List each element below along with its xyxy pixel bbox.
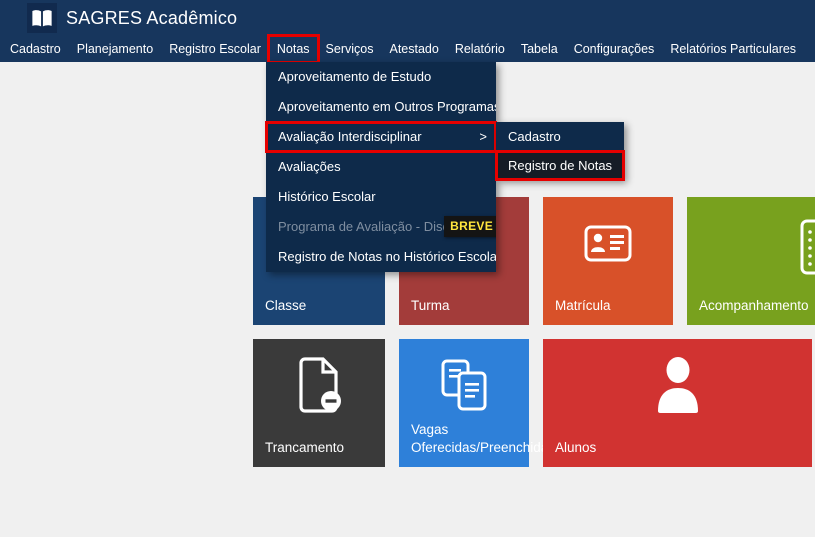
tile-label: Alunos [555, 439, 808, 457]
menu-configuracoes[interactable]: Configurações [566, 36, 663, 62]
menuitem-aproveitamento-de-estudo[interactable]: Aproveitamento de Estudo [266, 62, 496, 92]
menu-planejamento[interactable]: Planejamento [69, 36, 161, 62]
menu-registro-escolar[interactable]: Registro Escolar [161, 36, 269, 62]
menu-relatorios-particulares[interactable]: Relatórios Particulares [662, 36, 804, 62]
menuitem-aproveitamento-outros-programas[interactable]: Aproveitamento em Outros Programas [266, 92, 496, 122]
menu-atestado[interactable]: Atestado [381, 36, 446, 62]
contact-card-icon [584, 225, 632, 267]
open-book-icon [27, 3, 57, 33]
tile-label: Matrícula [555, 297, 669, 315]
tile-alunos[interactable]: Alunos [543, 339, 812, 467]
submenuitem-registro-de-notas[interactable]: Registro de Notas [496, 151, 624, 180]
menu-bar: Cadastro Planejamento Registro Escolar N… [0, 36, 815, 62]
menuitem-avaliacoes[interactable]: Avaliações [266, 152, 496, 182]
app-window: SAGRES Acadêmico Cadastro Planejamento R… [0, 0, 815, 537]
menuitem-label: Avaliação Interdisciplinar [278, 129, 422, 144]
menuitem-historico-escolar[interactable]: Histórico Escolar [266, 182, 496, 212]
checklist-icon [800, 219, 815, 280]
tile-matricula[interactable]: Matrícula [543, 197, 673, 325]
tile-label: Acompanhamento [699, 297, 815, 315]
menuitem-avaliacao-interdisciplinar[interactable]: Avaliação Interdisciplinar > [266, 122, 496, 152]
breve-badge: BREVE [444, 216, 496, 237]
document-minus-icon [295, 357, 343, 420]
app-title: SAGRES Acadêmico [66, 8, 237, 29]
menu-tabela[interactable]: Tabela [513, 36, 566, 62]
app-titlebar: SAGRES Acadêmico [0, 0, 815, 36]
tile-label: Classe [265, 297, 381, 315]
menu-cadastro[interactable]: Cadastro [2, 36, 69, 62]
interdisciplinar-submenu: Cadastro Registro de Notas [496, 122, 624, 180]
tile-label: Vagas Oferecidas/Preenchidas [411, 421, 525, 457]
menuitem-registro-de-notas-historico-escolar[interactable]: Registro de Notas no Histórico Escolar [266, 242, 496, 272]
tile-vagas-oferecidas-preenchidas[interactable]: Vagas Oferecidas/Preenchidas [399, 339, 529, 467]
tile-label: Trancamento [265, 439, 381, 457]
menu-servicos[interactable]: Serviços [318, 36, 382, 62]
tile-acompanhamento[interactable]: Acompanhamento [687, 197, 815, 325]
submenu-arrow-icon: > [479, 122, 487, 152]
menuitem-programa-de-avaliacao-disciplina: Programa de Avaliação - Disciplina BREVE [266, 212, 496, 242]
menu-relatorio[interactable]: Relatório [447, 36, 513, 62]
menu-notas[interactable]: Notas [269, 36, 318, 62]
documents-copy-icon [439, 359, 489, 416]
tile-trancamento[interactable]: Trancamento [253, 339, 385, 467]
person-icon [649, 355, 707, 420]
tile-label: Turma [411, 297, 525, 315]
notas-dropdown-menu: Aproveitamento de Estudo Aproveitamento … [266, 62, 496, 272]
submenuitem-cadastro[interactable]: Cadastro [496, 122, 624, 151]
